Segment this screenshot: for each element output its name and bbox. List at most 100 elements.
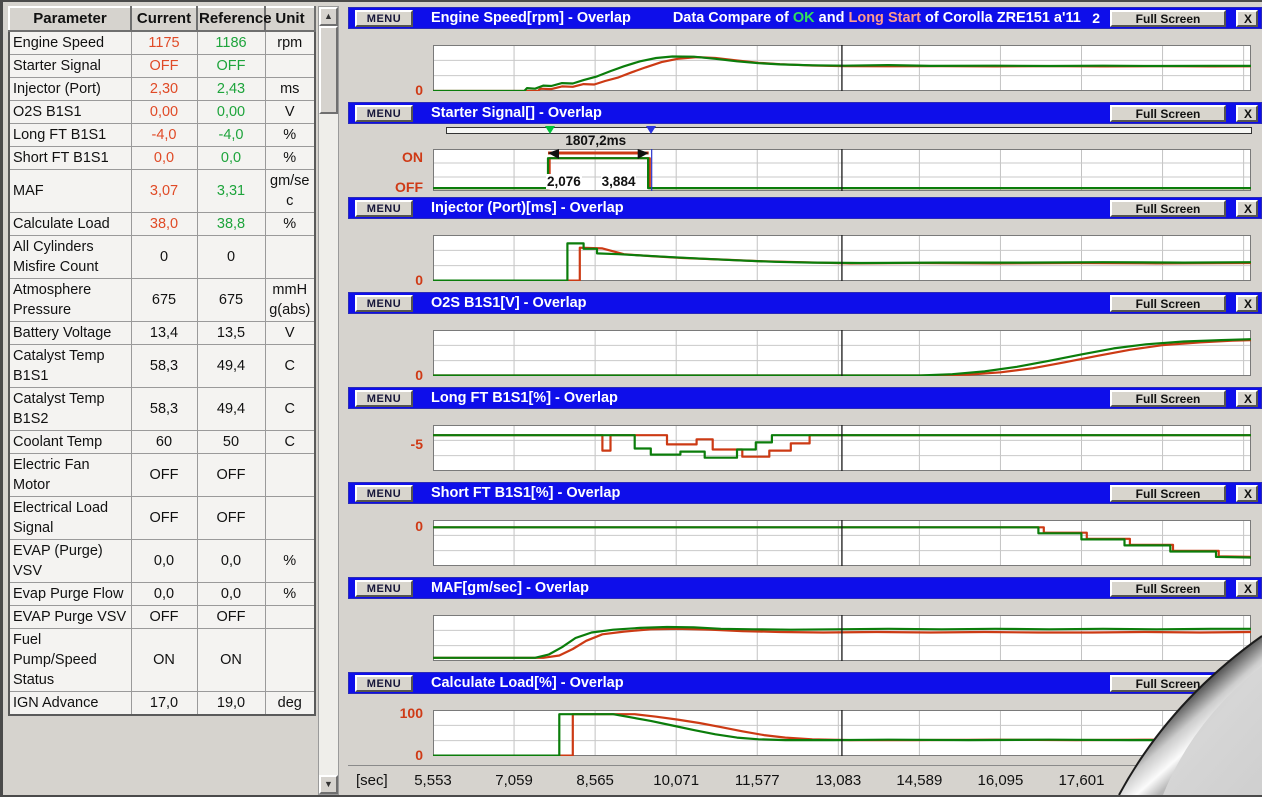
table-row[interactable]: Short FT B1S10,00,0% xyxy=(9,147,315,170)
scroll-up-button[interactable]: ▲ xyxy=(319,7,338,26)
menu-button[interactable]: MENU xyxy=(355,295,413,312)
chart-panel-starter-signal: MENU Starter Signal[] - Overlap Full Scree… xyxy=(348,102,1262,197)
y-axis-label: 0 xyxy=(348,82,428,98)
chart-title: Calculate Load[%] - Overlap xyxy=(431,675,624,691)
cell-cur: 0,0 xyxy=(131,540,197,583)
close-button[interactable]: X xyxy=(1236,390,1258,407)
table-scrollbar[interactable]: ▲ ▼ xyxy=(318,6,339,795)
plot-area xyxy=(433,235,1251,281)
table-row[interactable]: Starter SignalOFFOFF xyxy=(9,55,315,78)
cell-ref: OFF xyxy=(197,497,265,540)
table-row[interactable]: Injector (Port)2,302,43ms xyxy=(9,78,315,101)
banner-suffix: of Corolla ZRE151 a'11 xyxy=(921,10,1081,26)
cell-cur: 0 xyxy=(131,236,197,279)
cell-unit: C xyxy=(265,388,315,431)
close-button[interactable]: X xyxy=(1236,485,1258,502)
cell-ref: 2,43 xyxy=(197,78,265,101)
page-curl[interactable] xyxy=(1017,550,1262,795)
cell-unit: ms xyxy=(265,78,315,101)
cell-ref: 0 xyxy=(197,236,265,279)
cell-cur: 60 xyxy=(131,431,197,454)
cell-ref: 13,5 xyxy=(197,322,265,345)
table-row[interactable]: All Cylinders Misfire Count00 xyxy=(9,236,315,279)
table-row[interactable]: IGN Advance17,019,0deg xyxy=(9,692,315,716)
cell-unit: V xyxy=(265,101,315,124)
chart-titlebar: MENULong FT B1S1[%] - OverlapFull Screen… xyxy=(348,387,1262,409)
table-row[interactable]: Catalyst Temp B1S258,349,4C xyxy=(9,388,315,431)
y-axis-label: 0 xyxy=(348,747,428,763)
cell-cur: 0,0 xyxy=(131,583,197,606)
time-tick-label: 10,071 xyxy=(634,772,718,789)
cell-cur: 38,0 xyxy=(131,213,197,236)
time-tick-label: 5,553 xyxy=(391,772,475,789)
scrollbar-thumb[interactable] xyxy=(319,26,338,114)
close-button[interactable]: X xyxy=(1236,295,1258,312)
column-header-current[interactable]: Current xyxy=(131,7,197,31)
cell-ref: 1186 xyxy=(197,31,265,55)
blue-range-marker[interactable] xyxy=(646,126,656,134)
cell-cur: OFF xyxy=(131,454,197,497)
table-row[interactable]: Fuel Pump/Speed StatusONON xyxy=(9,629,315,692)
full-screen-button[interactable]: Full Screen xyxy=(1110,485,1226,502)
menu-button[interactable]: MENU xyxy=(355,105,413,122)
close-button[interactable]: X xyxy=(1236,200,1258,217)
parameter-panel: ParameterCurrentReferenceUnit Engine Spe… xyxy=(6,4,340,797)
table-row[interactable]: Catalyst Temp B1S158,349,4C xyxy=(9,345,315,388)
cell-unit: C xyxy=(265,345,315,388)
table-row[interactable]: Electrical Load SignalOFFOFF xyxy=(9,497,315,540)
table-row[interactable]: Coolant Temp6050C xyxy=(9,431,315,454)
scroll-down-button[interactable]: ▼ xyxy=(319,775,338,794)
menu-button[interactable]: MENU xyxy=(355,390,413,407)
chart-body: -5 xyxy=(348,409,1262,482)
cell-cur: ON xyxy=(131,629,197,692)
table-row[interactable]: EVAP (Purge) VSV0,00,0% xyxy=(9,540,315,583)
table-row[interactable]: O2S B1S10,000,00V xyxy=(9,101,315,124)
compare-banner: Data Compare of OK and Long Start of Cor… xyxy=(673,10,1081,26)
cell-ref: OFF xyxy=(197,454,265,497)
column-header-unit[interactable]: Unit xyxy=(265,7,315,31)
menu-button[interactable]: MENU xyxy=(355,10,413,27)
cell-unit xyxy=(265,454,315,497)
chart-body: ONOFF1807,2ms2,0763,884 xyxy=(348,124,1262,197)
chart-titlebar: MENU Starter Signal[] - Overlap Full Scree… xyxy=(348,102,1262,124)
full-screen-button[interactable]: Full Screen xyxy=(1110,10,1226,27)
column-header-parameter[interactable]: Parameter xyxy=(9,7,131,31)
close-button[interactable]: X xyxy=(1236,10,1258,27)
plot-area xyxy=(433,45,1251,91)
cell-unit: gm/sec xyxy=(265,170,315,213)
full-screen-button[interactable]: Full Screen xyxy=(1110,390,1226,407)
table-row[interactable]: Evap Purge Flow0,00,0% xyxy=(9,583,315,606)
table-row[interactable]: Engine Speed11751186rpm xyxy=(9,31,315,55)
parameter-table: ParameterCurrentReferenceUnit Engine Spe… xyxy=(8,6,316,716)
cell-cur: 0,0 xyxy=(131,147,197,170)
green-range-marker[interactable] xyxy=(545,126,555,134)
table-row[interactable]: Calculate Load38,038,8% xyxy=(9,213,315,236)
column-header-reference[interactable]: Reference xyxy=(197,7,265,31)
menu-button[interactable]: MENU xyxy=(355,675,413,692)
cell-param: Battery Voltage xyxy=(9,322,131,345)
cell-param: Short FT B1S1 xyxy=(9,147,131,170)
table-row[interactable]: Electric Fan MotorOFFOFF xyxy=(9,454,315,497)
full-screen-button[interactable]: Full Screen xyxy=(1110,295,1226,312)
table-row[interactable]: Atmosphere Pressure675675mmHg(abs) xyxy=(9,279,315,322)
cell-ref: 0,0 xyxy=(197,540,265,583)
full-screen-button[interactable]: Full Screen xyxy=(1110,105,1226,122)
cell-ref: 50 xyxy=(197,431,265,454)
menu-button[interactable]: MENU xyxy=(355,485,413,502)
cell-unit: V xyxy=(265,322,315,345)
menu-button[interactable]: MENU xyxy=(355,580,413,597)
table-row[interactable]: MAF3,073,31gm/sec xyxy=(9,170,315,213)
cell-param: Electrical Load Signal xyxy=(9,497,131,540)
table-row[interactable]: EVAP Purge VSVOFFOFF xyxy=(9,606,315,629)
close-button[interactable]: X xyxy=(1236,105,1258,122)
table-row[interactable]: Long FT B1S1-4,0-4,0% xyxy=(9,124,315,147)
banner-prefix: Data Compare of xyxy=(673,10,793,26)
chart-title: O2S B1S1[V] - Overlap xyxy=(431,295,587,311)
cell-ref: ON xyxy=(197,629,265,692)
menu-button[interactable]: MENU xyxy=(355,200,413,217)
table-row[interactable]: Battery Voltage13,413,5V xyxy=(9,322,315,345)
cell-unit: % xyxy=(265,213,315,236)
full-screen-button[interactable]: Full Screen xyxy=(1110,200,1226,217)
chart-titlebar: MENU O2S B1S1[V] - Overlap Full Screen X xyxy=(348,292,1262,314)
chart-title: Starter Signal[] - Overlap xyxy=(431,105,602,121)
